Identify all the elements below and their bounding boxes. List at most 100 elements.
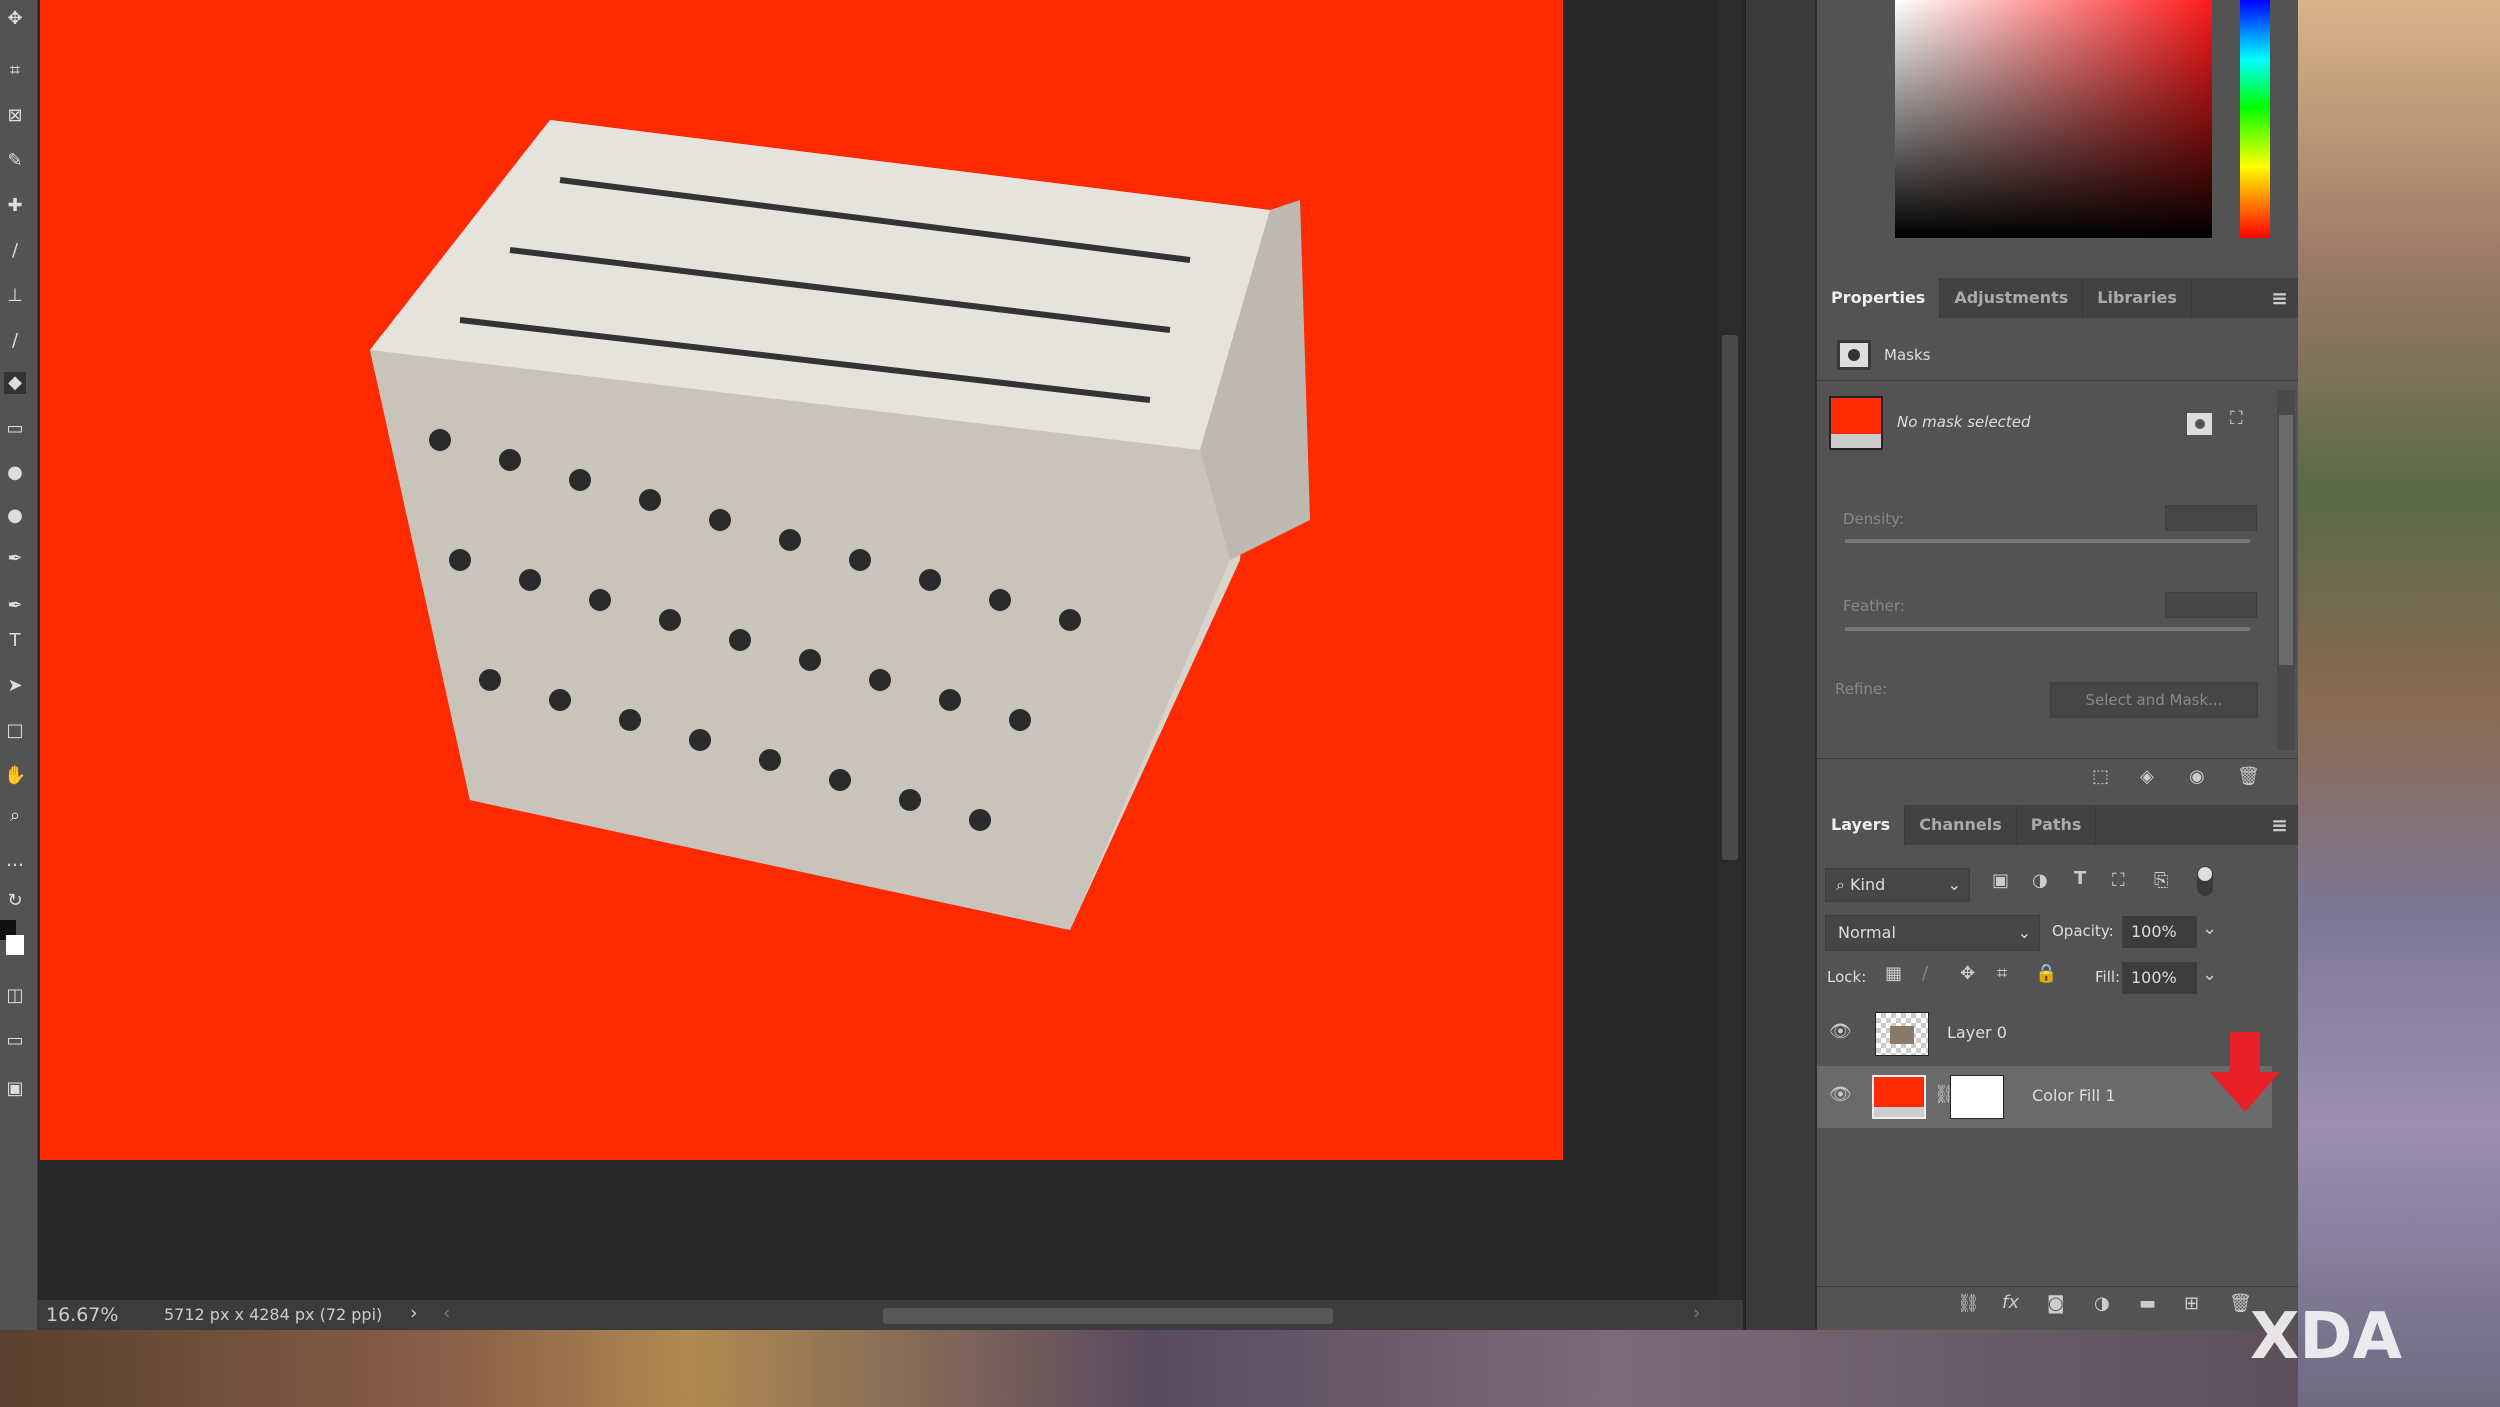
- feather-field[interactable]: [2165, 592, 2257, 618]
- eyedropper-tool-icon[interactable]: ✎: [4, 150, 26, 172]
- tab-layers[interactable]: Layers: [1817, 805, 1906, 845]
- add-mask-icon[interactable]: ◙: [2047, 1293, 2064, 1314]
- add-vector-mask-icon[interactable]: ⛶: [2230, 408, 2243, 429]
- add-pixel-mask-icon[interactable]: [2187, 413, 2212, 435]
- panel-dock-gap: [1745, 0, 1815, 1330]
- delete-mask-icon[interactable]: 🗑: [2237, 766, 2260, 787]
- fx-icon[interactable]: fx: [2002, 1292, 2019, 1313]
- zoom-tool-icon[interactable]: ⌕: [4, 805, 26, 827]
- hue-slider[interactable]: [2240, 0, 2270, 238]
- tab-channels[interactable]: Channels: [1905, 805, 2017, 845]
- adjustment-layer-icon[interactable]: ◑: [2094, 1293, 2110, 1314]
- apply-mask-icon[interactable]: ◈: [2140, 766, 2154, 787]
- computer-case-image: [370, 120, 1310, 930]
- fill-thumbnail: [1829, 396, 1883, 450]
- fill-field[interactable]: 100%: [2122, 962, 2197, 994]
- zoom-level[interactable]: 16.67%: [46, 1304, 118, 1326]
- visibility-icon[interactable]: ◉: [2189, 766, 2205, 787]
- healing-tool-icon[interactable]: ✚: [4, 195, 26, 217]
- document-canvas[interactable]: [40, 0, 1563, 1160]
- fill-dropdown-icon[interactable]: ⌄: [2202, 964, 2217, 985]
- eye-icon[interactable]: 👁: [1829, 1021, 1852, 1042]
- pen2-tool-icon[interactable]: ✒: [4, 595, 26, 617]
- layer-row-layer-0[interactable]: 👁 Layer 0: [1817, 1003, 2272, 1065]
- filter-toggle[interactable]: [2197, 866, 2213, 896]
- pen-tool-icon[interactable]: ✒: [4, 548, 26, 570]
- filter-shape-icon[interactable]: ⛶: [2112, 870, 2125, 891]
- lock-all-icon[interactable]: 🔒: [2035, 963, 2057, 984]
- layer-row-color-fill-1[interactable]: 👁 ⛓ Color Fill 1: [1817, 1032, 2280, 1128]
- layer-name[interactable]: Color Fill 1: [2032, 1086, 2116, 1105]
- density-label: Density:: [1843, 510, 1904, 528]
- path-select-icon[interactable]: ➤: [4, 675, 26, 697]
- quick-mask-icon[interactable]: ◫: [4, 985, 26, 1007]
- layer-mask-thumbnail[interactable]: [1950, 1075, 2004, 1119]
- tab-properties[interactable]: Properties: [1817, 278, 1941, 318]
- layer-thumbnail: [1875, 1012, 1929, 1056]
- opacity-dropdown-icon[interactable]: ⌄: [2202, 918, 2217, 939]
- opacity-field[interactable]: 100%: [2122, 916, 2197, 948]
- link-layers-icon[interactable]: ⛓: [1957, 1293, 1980, 1314]
- scroll-right-icon[interactable]: ›: [1693, 1302, 1701, 1324]
- dodge-tool-icon[interactable]: ●: [4, 505, 26, 527]
- swap-colors-icon[interactable]: ↻: [4, 890, 26, 912]
- mask-section-icon: [1837, 340, 1871, 370]
- tab-libraries[interactable]: Libraries: [2083, 278, 2192, 318]
- lock-artboard-icon[interactable]: ⌗: [1997, 963, 2007, 984]
- crop-tool-icon[interactable]: ⌗: [4, 60, 26, 82]
- background-color[interactable]: [6, 935, 24, 955]
- chevron-down-icon: ⌄: [1947, 875, 1961, 894]
- tab-adjustments[interactable]: Adjustments: [1940, 278, 2084, 318]
- layer-name[interactable]: Layer 0: [1947, 1023, 2007, 1042]
- lock-transparent-icon[interactable]: ▦: [1885, 963, 1902, 984]
- lock-label: Lock:: [1827, 968, 1867, 986]
- new-group-icon[interactable]: ▬: [2139, 1293, 2156, 1314]
- delete-layer-icon[interactable]: 🗑: [2229, 1293, 2252, 1314]
- status-expand-arrow-icon[interactable]: ›: [410, 1302, 418, 1324]
- eye-icon[interactable]: 👁: [1829, 1084, 1852, 1105]
- stamp-tool-icon[interactable]: ⊥: [4, 285, 26, 307]
- blend-mode-select[interactable]: Normal ⌄: [1825, 915, 2040, 951]
- filter-pixel-icon[interactable]: ▣: [1992, 870, 2009, 891]
- density-field[interactable]: [2165, 505, 2257, 531]
- share-icon[interactable]: ▣: [4, 1078, 26, 1100]
- type-tool-icon[interactable]: T: [4, 630, 26, 652]
- filter-adjustment-icon[interactable]: ◑: [2032, 870, 2048, 891]
- layers-menu-icon[interactable]: ≡: [2271, 813, 2288, 837]
- hand-tool-icon[interactable]: ✋: [4, 765, 26, 787]
- tab-paths[interactable]: Paths: [2017, 805, 2097, 845]
- density-slider[interactable]: [1845, 539, 2250, 543]
- history-brush-icon[interactable]: /: [4, 330, 26, 352]
- lock-position-icon[interactable]: ✥: [1960, 963, 1975, 984]
- feather-label: Feather:: [1843, 597, 1905, 615]
- properties-scrollbar[interactable]: [2277, 390, 2295, 750]
- mask-status: No mask selected: [1897, 413, 2031, 431]
- more-tools-icon[interactable]: …: [4, 850, 26, 872]
- feather-slider[interactable]: [1845, 627, 2250, 631]
- new-layer-icon[interactable]: ⊞: [2184, 1293, 2199, 1314]
- color-field[interactable]: [1895, 0, 2212, 238]
- vertical-scroll-thumb[interactable]: [1722, 335, 1738, 860]
- scroll-left-icon[interactable]: ‹: [443, 1302, 451, 1324]
- move-tool-icon[interactable]: ✥: [4, 8, 26, 30]
- blur-tool-icon[interactable]: ●: [4, 462, 26, 484]
- brush-tool-icon[interactable]: /: [4, 240, 26, 262]
- eraser-tool-icon[interactable]: ◆: [4, 372, 26, 394]
- horizontal-scroll-thumb[interactable]: [883, 1308, 1333, 1324]
- chevron-down-icon: ⌄: [2017, 923, 2031, 942]
- red-arrow-annotation-icon: [2210, 1032, 2280, 1112]
- filter-type-icon[interactable]: T: [2074, 868, 2086, 889]
- filter-smart-object-icon[interactable]: ⎘: [2154, 870, 2168, 891]
- screen-mode-icon[interactable]: ▭: [4, 1030, 26, 1052]
- filter-kind-select[interactable]: ⌕ Kind ⌄: [1825, 868, 1970, 902]
- frame-tool-icon[interactable]: ⊠: [4, 105, 26, 127]
- desktop-wallpaper-bottom: [0, 1330, 2298, 1407]
- gradient-tool-icon[interactable]: ▭: [4, 418, 26, 440]
- blend-mode-value: Normal: [1838, 923, 1896, 942]
- document-info[interactable]: 5712 px x 4284 px (72 ppi): [164, 1305, 382, 1324]
- properties-menu-icon[interactable]: ≡: [2271, 286, 2288, 310]
- rectangle-tool-icon[interactable]: □: [4, 720, 26, 742]
- select-and-mask-button[interactable]: Select and Mask...: [2050, 682, 2258, 718]
- lock-image-icon[interactable]: /: [1922, 963, 1928, 984]
- load-selection-icon[interactable]: ⬚: [2092, 766, 2109, 787]
